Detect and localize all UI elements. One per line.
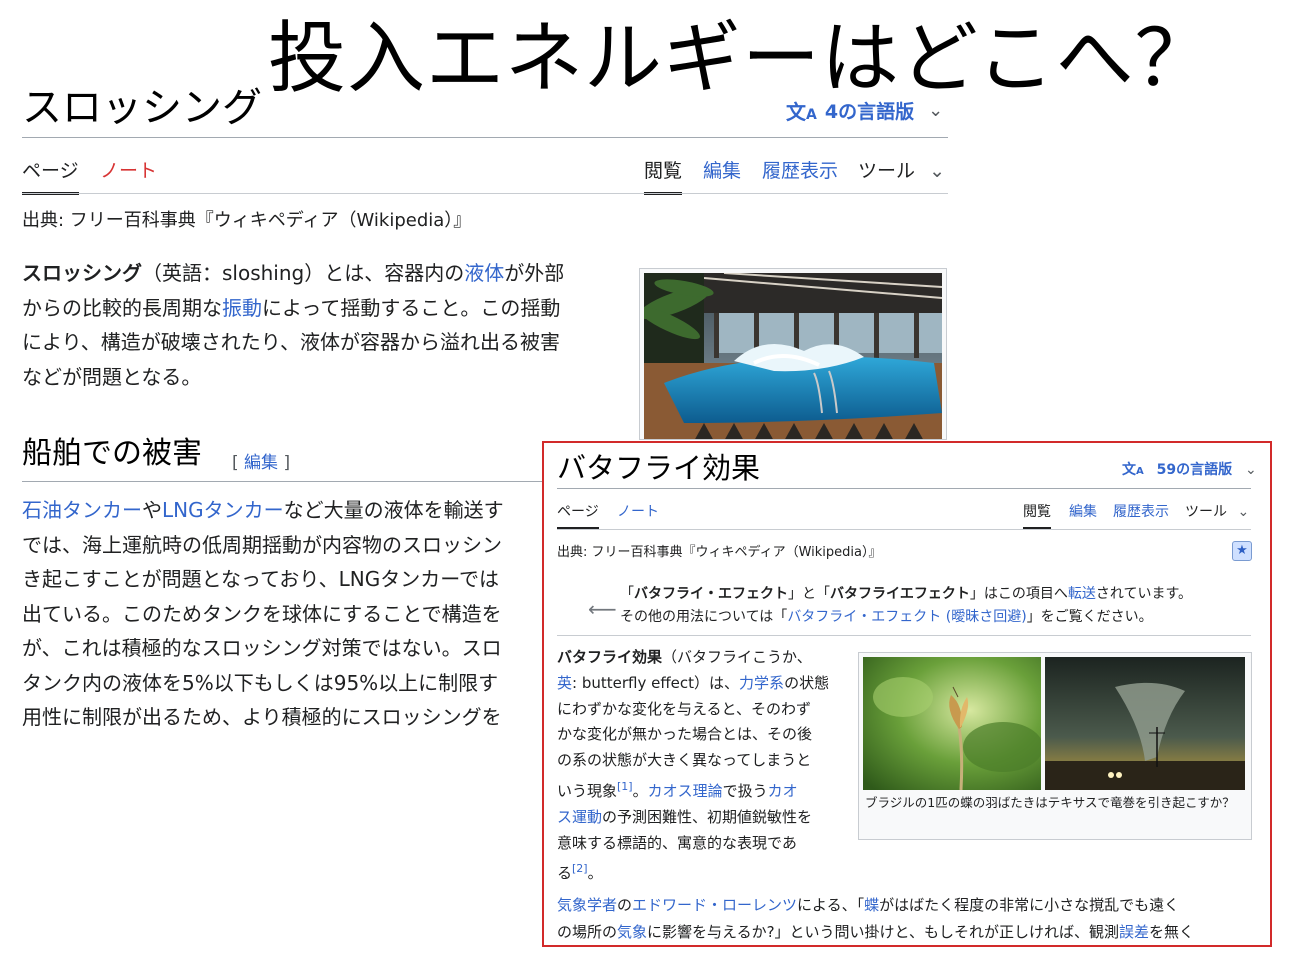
- pool-photo: [644, 273, 942, 439]
- section-edit-link[interactable]: 編集: [244, 453, 278, 473]
- section-paragraph: 石油タンカーやLNGタンカーなど大量の液体を輸送す では、海上運航時の低周期揺動…: [22, 498, 504, 729]
- ref-1[interactable]: [1]: [617, 780, 633, 793]
- tools-label: ツール: [1185, 504, 1227, 520]
- page-title: スロッシング: [22, 85, 262, 131]
- disambig-icon: ⟵: [588, 597, 617, 621]
- term: バタフライ効果: [557, 648, 663, 666]
- link-chaotic-motion-2[interactable]: ス運動: [557, 808, 602, 826]
- link-oil-tanker[interactable]: 石油タンカー: [22, 498, 142, 522]
- intro-paragraph: バタフライ効果（バタフライこうか、 英: butterfly effect）は、…: [557, 648, 830, 883]
- link-dynamical-system[interactable]: 力学系: [739, 674, 784, 692]
- page-title: バタフライ効果: [557, 451, 761, 485]
- chevron-down-icon: ⌄: [928, 100, 944, 121]
- link-chaos-theory[interactable]: カオス理論: [648, 782, 723, 800]
- link-weather[interactable]: 気象: [617, 923, 647, 941]
- link-lng-tanker[interactable]: LNGタンカー: [162, 498, 284, 522]
- hatnote: 「バタフライ・エフェクト」と「バタフライエフェクト」はこの項目へ転送されています…: [620, 586, 1193, 625]
- language-label: 59の言語版: [1156, 462, 1233, 478]
- tab-edit[interactable]: 編集: [703, 156, 741, 183]
- chevron-down-icon: ⌄: [929, 160, 945, 182]
- divider: [22, 193, 948, 194]
- chevron-down-icon: ⌄: [1237, 504, 1250, 520]
- tab-tools[interactable]: ツール ⌄: [858, 156, 945, 183]
- star-icon[interactable]: ★: [1232, 541, 1252, 561]
- language-button[interactable]: 文A 4の言語版 ⌄: [786, 96, 943, 125]
- link-vibration[interactable]: 振動: [222, 296, 262, 320]
- divider: [557, 635, 1251, 636]
- link-disambiguation[interactable]: バタフライ・エフェクト (曖昧さ回避): [787, 609, 1026, 625]
- link-chaotic-motion[interactable]: カオ: [768, 782, 798, 800]
- divider: [557, 529, 1251, 530]
- tab-read[interactable]: 閲覧: [1023, 501, 1051, 529]
- chevron-down-icon: ⌄: [1244, 462, 1257, 478]
- pool-image[interactable]: [639, 268, 947, 440]
- tab-history[interactable]: 履歴表示: [1113, 501, 1169, 521]
- link-liquid[interactable]: 液体: [464, 261, 504, 285]
- tab-read[interactable]: 閲覧: [644, 156, 683, 195]
- article-butterfly-effect: バタフライ効果 文A 59の言語版 ⌄ ページ ノート 閲覧 編集 履歴表示 ツ…: [542, 441, 1272, 947]
- section-edit[interactable]: [ 編集 ]: [232, 448, 290, 473]
- tab-bar: ページ ノート 閲覧 編集 履歴表示 ツール ⌄: [557, 499, 1251, 531]
- link-butterfly[interactable]: 蝶: [864, 896, 879, 914]
- ref-2[interactable]: [2]: [572, 862, 588, 875]
- language-label: 4の言語版: [824, 101, 915, 123]
- translate-icon: 文A: [1122, 462, 1144, 478]
- tools-label: ツール: [858, 160, 916, 182]
- tornado-photo: [1045, 657, 1245, 790]
- term: スロッシング: [22, 261, 142, 285]
- paragraph-2: 気象学者のエドワード・ローレンツによる、「蝶がはばたく程度の非常に小さな撹乱でも…: [557, 896, 1194, 941]
- source-line: 出典: フリー百科事典『ウィキペディア（Wikipedia）』: [557, 545, 882, 560]
- intro-paragraph: スロッシング（英語：sloshing）とは、容器内の液体が外部 からの比較的長周…: [22, 261, 565, 389]
- language-button[interactable]: 文A 59の言語版 ⌄: [1122, 459, 1257, 479]
- thumbnail[interactable]: ブラジルの1匹の蝶の羽ばたきはテキサスで竜巻を引き起こすか？: [858, 652, 1252, 840]
- tab-history[interactable]: 履歴表示: [762, 156, 838, 183]
- link-edward-lorenz[interactable]: エドワード・ローレンツ: [632, 896, 797, 914]
- source-line: 出典: フリー百科事典『ウィキペディア（Wikipedia）』: [22, 210, 472, 231]
- tab-bar: ページ ノート 閲覧 編集 履歴表示 ツール ⌄: [22, 150, 948, 195]
- tab-tools[interactable]: ツール ⌄: [1185, 501, 1249, 521]
- link-error[interactable]: 誤差: [1119, 923, 1149, 941]
- link-redirect[interactable]: 転送: [1068, 586, 1096, 602]
- divider: [22, 137, 948, 138]
- link-meteorologist[interactable]: 気象学者: [557, 896, 617, 914]
- butterfly-photo: [863, 657, 1041, 790]
- link-english[interactable]: 英: [557, 674, 572, 692]
- translate-icon: 文A: [786, 100, 817, 124]
- tab-page[interactable]: ページ: [22, 156, 79, 195]
- thumbnail-caption: ブラジルの1匹の蝶の羽ばたきはテキサスで竜巻を引き起こすか？: [865, 795, 1235, 810]
- tab-talk[interactable]: ノート: [100, 156, 157, 183]
- divider: [557, 488, 1251, 489]
- tab-edit[interactable]: 編集: [1069, 501, 1097, 521]
- tab-page[interactable]: ページ: [557, 501, 599, 529]
- tab-talk[interactable]: ノート: [617, 501, 659, 521]
- section-heading: 船舶での被害: [22, 436, 202, 471]
